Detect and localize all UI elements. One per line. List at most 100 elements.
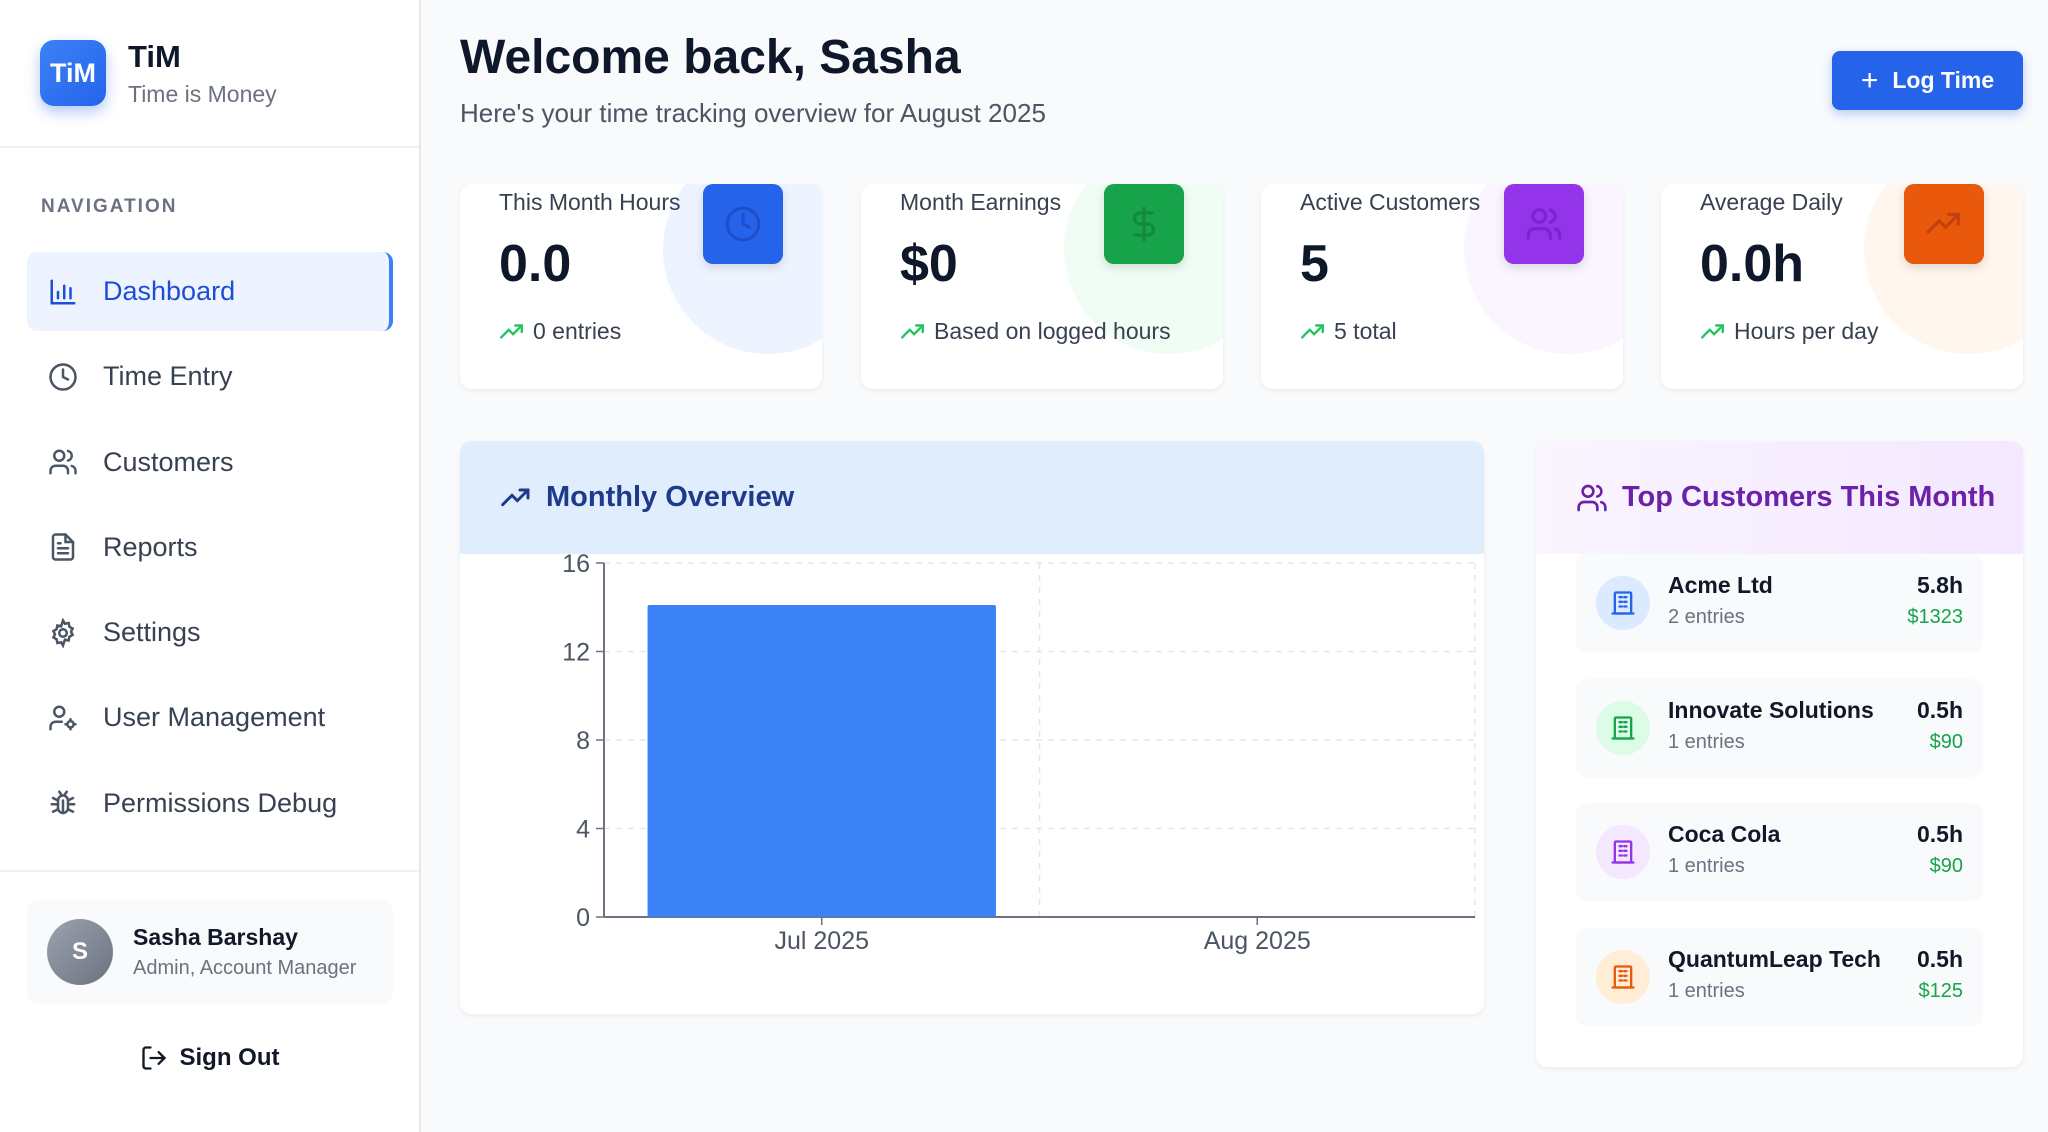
customer-hours: 0.5h [1916,697,1963,723]
stat-label: This Month Hours [499,189,681,215]
stat-footnote: Hours per day [1700,318,1878,345]
nav-item-permissions-debug[interactable]: Permissions Debug [27,764,393,843]
customer-hours: 0.5h [1916,821,1963,847]
trend-up-icon [1300,319,1326,345]
nav-menu: Dashboard Time Entry Customers Reports S… [27,252,393,849]
nav-item-settings[interactable]: Settings [27,593,393,672]
main-content: Welcome back, Sasha Here's your time tra… [421,0,2048,1132]
nav-item-user-management[interactable]: User Management [27,678,393,757]
stat-footnote-text: Based on logged hours [934,318,1171,344]
customer-row[interactable]: Coca Cola 1 entries 0.5h $90 [1576,803,1983,901]
bar-chart-icon [47,276,79,308]
customer-amount: $90 [1929,855,1963,877]
app-tagline: Time is Money [128,80,277,107]
clock-icon [703,184,783,264]
nav-item-dashboard[interactable]: Dashboard [27,252,393,331]
building-icon [1596,825,1650,879]
nav-item-label: Time Entry [103,361,233,392]
customer-entries: 1 entries [1668,980,1745,1002]
x-tick-label: Jul 2025 [774,927,869,955]
clock-icon [47,361,79,393]
dollar-icon [1104,184,1184,264]
y-tick-label: 16 [562,554,590,578]
customer-row[interactable]: Acme Ltd 2 entries 5.8h $1323 [1576,554,1983,652]
stat-card-average-daily: Average Daily 0.0h Hours per day [1661,184,2023,389]
logout-icon [140,1044,168,1072]
nav-item-label: Customers [103,446,234,477]
building-icon [1596,701,1650,755]
user-card[interactable]: S Sasha Barshay Admin, Account Manager [27,900,393,1004]
card-title: Top Customers This Month [1622,481,1996,513]
customer-amount: $90 [1929,731,1963,753]
top-customers-card: Top Customers This Month Acme Ltd 2 entr… [1536,441,2023,1067]
customer-amount: $1323 [1907,606,1963,628]
log-time-label: Log Time [1892,67,1995,93]
stat-value: $0 [900,235,958,293]
customer-name: QuantumLeap Tech [1668,946,1881,972]
trend-up-icon [900,319,926,345]
log-time-button[interactable]: + Log Time [1832,51,2023,110]
stat-label: Month Earnings [900,189,1062,215]
nav-section-title: NAVIGATION [41,196,178,217]
stat-card-month-hours: This Month Hours 0.0 0 entries [460,184,822,389]
nav-item-label: Reports [103,531,198,562]
customer-entries: 2 entries [1668,606,1745,628]
monthly-overview-card: Monthly Overview 0 4 8 12 16 Jul 2025 Aug 2025 [460,441,1484,1014]
user-name: Sasha Barshay [133,924,298,950]
bug-icon [47,787,79,819]
user-info: Sasha Barshay Admin, Account Manager [133,924,373,980]
brand-text: TiM Time is Money [128,39,277,108]
building-icon [1596,576,1650,630]
user-cog-icon [47,702,79,734]
customer-name: Innovate Solutions [1668,697,1874,723]
customer-row[interactable]: QuantumLeap Tech 1 entries 0.5h $125 [1576,928,1983,1026]
gear-icon [47,617,79,649]
sidebar: TiM TiM Time is Money NAVIGATION Dashboa… [0,0,421,1132]
nav-item-label: User Management [103,702,326,733]
bar [647,605,996,917]
customer-hours: 5.8h [1916,572,1963,598]
stat-card-month-earnings: Month Earnings $0 Based on logged hours [861,184,1223,389]
nav-item-label: Settings [103,617,201,648]
x-tick-label: Aug 2025 [1204,927,1311,955]
nav-item-time-entry[interactable]: Time Entry [27,337,393,416]
nav-item-label: Permissions Debug [103,787,338,818]
trend-up-icon [500,482,532,514]
stat-footnote-text: 5 total [1334,318,1397,344]
top-customers-header: Top Customers This Month [1536,441,2023,554]
card-title: Monthly Overview [546,481,795,513]
y-tick-label: 4 [576,816,590,844]
page-subtitle: Here's your time tracking overview for A… [460,98,1046,128]
customer-hours: 0.5h [1916,946,1963,972]
users-icon [1576,482,1608,514]
y-tick-label: 0 [576,904,590,932]
sign-out-button[interactable]: Sign Out [0,1044,419,1072]
building-icon [1596,950,1650,1004]
stat-label: Active Customers [1300,189,1481,215]
nav-item-label: Dashboard [103,276,236,306]
file-text-icon [47,531,79,563]
trend-up-icon [1904,184,1984,264]
customer-name: Coca Cola [1668,821,1781,847]
user-area: S Sasha Barshay Admin, Account Manager S… [0,870,419,1132]
monthly-overview-header: Monthly Overview [460,441,1484,554]
nav-item-reports[interactable]: Reports [27,508,393,587]
stat-value: 0.0h [1700,235,1805,293]
page-title: Welcome back, Sasha [460,31,961,84]
users-icon [47,446,79,478]
stat-footnote: 0 entries [499,318,621,345]
stat-footnote-text: Hours per day [1734,318,1879,344]
customer-name: Acme Ltd [1668,572,1773,598]
stat-value: 0.0 [499,235,572,293]
stat-footnote: 5 total [1300,318,1397,345]
trend-up-icon [1700,319,1726,345]
nav-item-customers[interactable]: Customers [27,423,393,502]
stat-value: 5 [1300,235,1329,293]
stat-card-active-customers: Active Customers 5 5 total [1261,184,1623,389]
y-tick-label: 8 [576,727,590,755]
users-icon [1504,184,1584,264]
stat-footnote: Based on logged hours [900,318,1171,345]
customer-row[interactable]: Innovate Solutions 1 entries 0.5h $90 [1576,679,1983,777]
app-logo[interactable]: TiM [40,40,106,106]
brand: TiM TiM Time is Money [0,0,419,148]
